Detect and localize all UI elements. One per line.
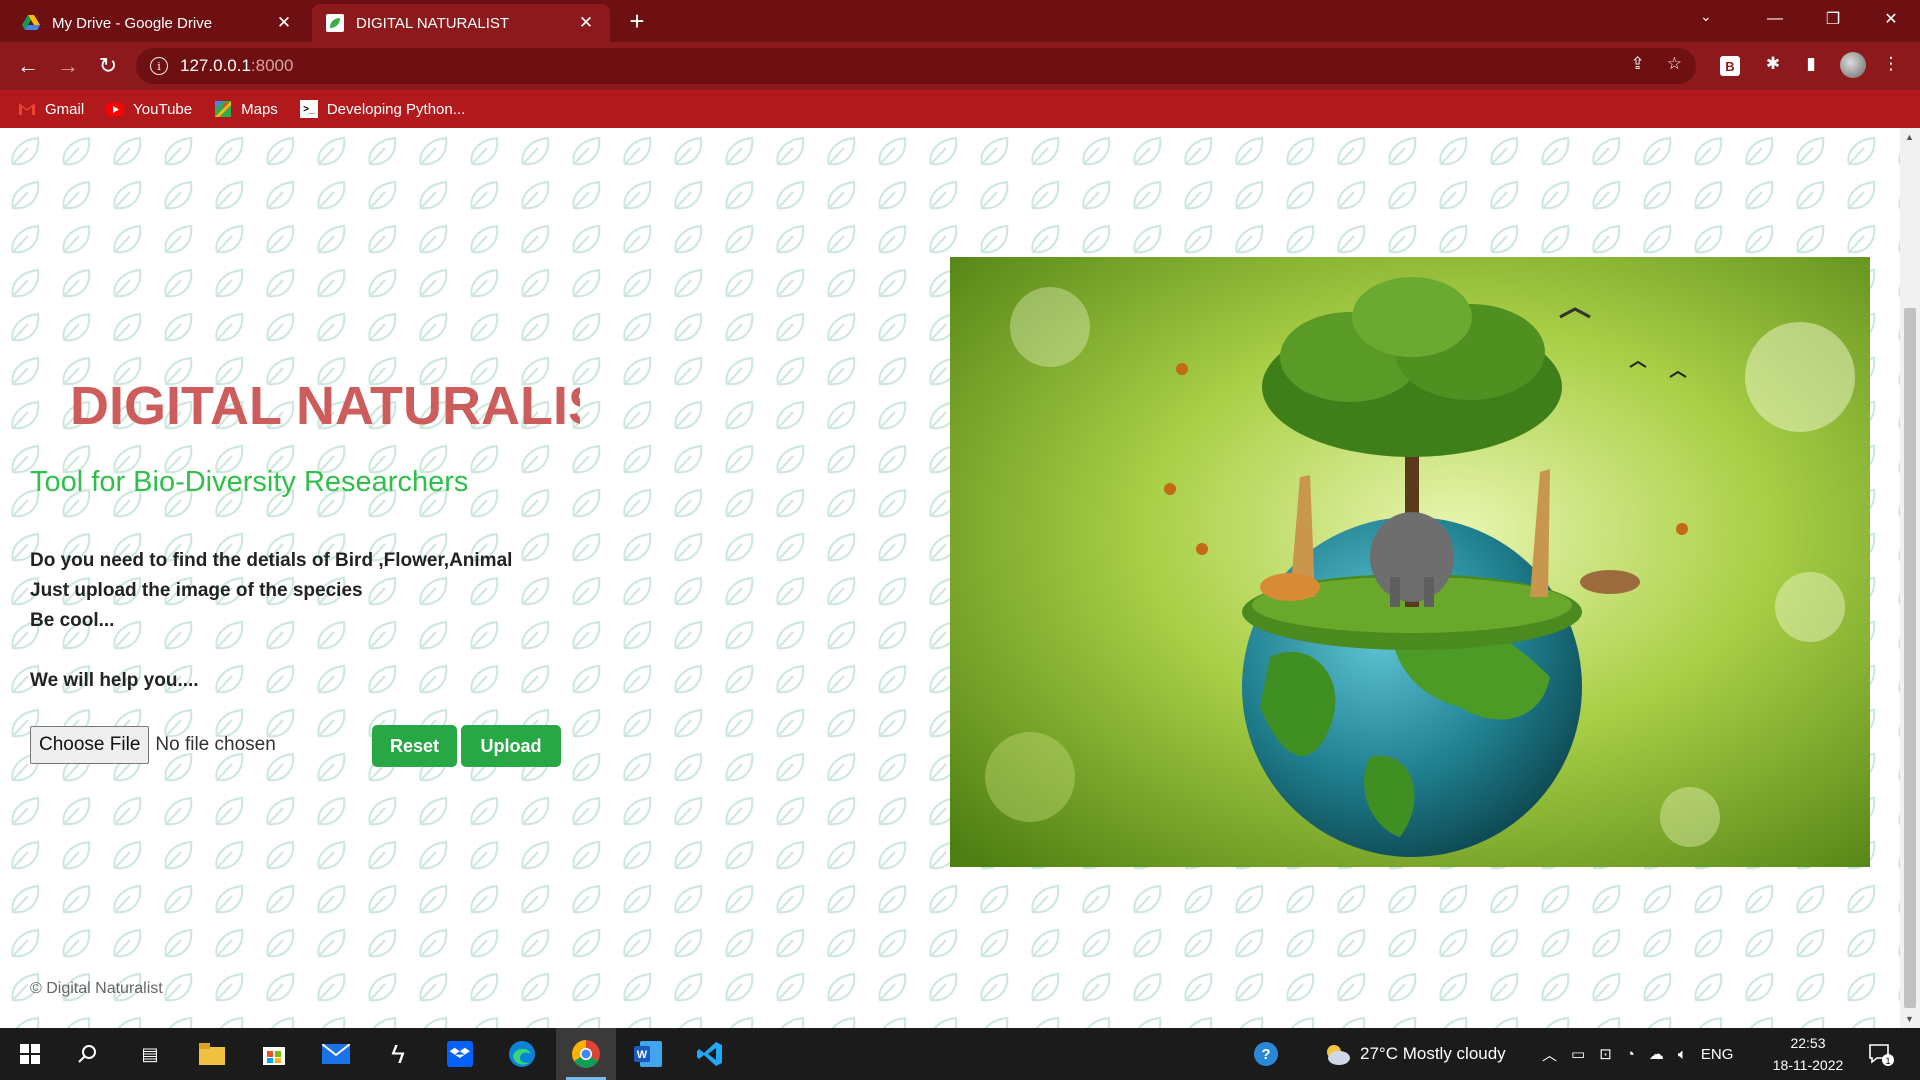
restore-icon[interactable]: ❐ xyxy=(1804,0,1862,38)
page-viewport: DIGITAL NATURALIS Tool for Bio-Diversity… xyxy=(0,128,1900,1028)
scrollbar-thumb[interactable] xyxy=(1904,308,1916,1008)
close-tab-icon[interactable]: ✕ xyxy=(274,13,294,33)
windows-taskbar: ▤ ϟ W ? 27°C Mostly cloudy ︿ ▭ ⊡ ◔ ☁ 🔈︎ … xyxy=(0,1028,1920,1080)
reload-icon[interactable]: ↻ xyxy=(94,52,122,80)
site-info-icon[interactable]: i xyxy=(150,57,168,75)
profile-avatar[interactable] xyxy=(1840,52,1866,78)
youtube-icon xyxy=(106,102,125,116)
intro-line: Do you need to find the detials of Bird … xyxy=(30,550,513,571)
subtitle: Tool for Bio-Diversity Researchers xyxy=(30,466,469,498)
reset-button[interactable]: Reset xyxy=(372,725,457,767)
tab-title: My Drive - Google Drive xyxy=(52,14,213,32)
close-tab-icon[interactable]: ✕ xyxy=(576,13,596,33)
clock-time: 22:53 xyxy=(1790,1035,1826,1051)
intro-text: Do you need to find the detials of Bird … xyxy=(30,546,512,696)
bookmark-label: Gmail xyxy=(45,100,85,118)
weather-widget[interactable]: 27°C Mostly cloudy xyxy=(1322,1028,1506,1080)
vscode-icon[interactable] xyxy=(694,1038,726,1070)
tab-digital-naturalist[interactable]: DIGITAL NATURALIST ✕ xyxy=(312,4,610,42)
minimize-icon[interactable]: — xyxy=(1746,0,1804,38)
svg-text:?: ? xyxy=(1261,1046,1270,1063)
menu-kebab-icon[interactable]: ⋮ xyxy=(1880,54,1902,76)
extension-b-icon[interactable]: B xyxy=(1720,56,1740,76)
bookmark-gmail[interactable]: Gmail xyxy=(18,101,84,118)
file-input: Choose File No file chosen xyxy=(30,726,276,764)
volume-icon[interactable]: 🔈︎ xyxy=(1678,1046,1687,1063)
cloudy-weather-icon xyxy=(1327,1045,1350,1065)
onedrive-icon[interactable]: ☁ xyxy=(1649,1045,1664,1063)
weather-text: 27°C Mostly cloudy xyxy=(1360,1044,1506,1063)
intro-line: We will help you.... xyxy=(30,670,199,691)
omnibox-actions: ⇪ ☆ xyxy=(1631,54,1683,74)
bookmark-youtube[interactable]: YouTube xyxy=(106,101,192,118)
leaf-favicon xyxy=(326,14,344,32)
bookmark-star-icon[interactable]: ☆ xyxy=(1667,54,1682,74)
browser-toolbar: ← → ↻ i 127.0.0.1:8000 ⇪ ☆ B ✱ ▮ ⋮ xyxy=(0,42,1920,90)
system-clock[interactable]: 22:53 18-11-2022 xyxy=(1768,1032,1848,1076)
svg-text:W: W xyxy=(637,1049,648,1061)
side-panel-icon[interactable]: ▮ xyxy=(1800,54,1822,76)
language-indicator[interactable]: ENG xyxy=(1701,1046,1734,1063)
choose-file-button[interactable]: Choose File xyxy=(30,726,150,764)
search-icon[interactable] xyxy=(72,1038,104,1070)
windows-start-icon[interactable] xyxy=(14,1038,46,1070)
url-port: :8000 xyxy=(250,56,294,75)
brand-heading: DIGITAL NATURALIS xyxy=(70,376,580,436)
terminal-icon: >_ xyxy=(299,100,318,118)
bookmark-label: Maps xyxy=(241,100,278,118)
tab-title: DIGITAL NATURALIST xyxy=(356,14,510,32)
chrome-icon[interactable] xyxy=(570,1038,602,1070)
edge-browser-icon[interactable] xyxy=(506,1038,538,1070)
battery-icon[interactable]: ▭ xyxy=(1571,1045,1585,1063)
url-host: 127.0.0.1 xyxy=(180,56,251,75)
notifications-icon[interactable]: 1 xyxy=(1868,1028,1894,1080)
bookmark-developing-python[interactable]: >_ Developing Python... xyxy=(299,100,466,118)
extensions-puzzle-icon[interactable]: ✱ xyxy=(1762,54,1784,76)
microsoft-store-icon[interactable] xyxy=(258,1038,290,1070)
show-hidden-icons-chevron-icon[interactable]: ︿ xyxy=(1542,1044,1557,1065)
window-controls: — ❐ ✕ xyxy=(1746,0,1920,42)
mail-icon[interactable] xyxy=(320,1038,352,1070)
address-bar[interactable]: i 127.0.0.1:8000 ⇪ ☆ xyxy=(136,48,1696,84)
task-view-icon[interactable]: ▤ xyxy=(134,1038,166,1070)
bookmarks-bar: Gmail YouTube Maps >_ Developing Python.… xyxy=(0,90,1920,128)
word-icon[interactable]: W xyxy=(632,1038,664,1070)
back-arrow-icon[interactable]: ← xyxy=(14,52,42,80)
help-icon[interactable]: ? xyxy=(1252,1028,1280,1080)
bookmark-label: YouTube xyxy=(133,100,193,118)
share-icon[interactable]: ⇪ xyxy=(1631,54,1645,74)
page-scrollbar[interactable]: ▲ ▼ xyxy=(1900,128,1920,1028)
system-tray-icons: ︿ ▭ ⊡ ◔ ☁ 🔈︎ ENG xyxy=(1542,1028,1733,1080)
bookmark-maps[interactable]: Maps xyxy=(214,101,278,118)
intro-line: Be cool... xyxy=(30,610,115,631)
tab-strip: My Drive - Google Drive ✕ DIGITAL NATURA… xyxy=(0,0,1920,42)
clock-date: 18-11-2022 xyxy=(1772,1057,1844,1073)
dropbox-icon[interactable] xyxy=(444,1038,476,1070)
file-explorer-icon[interactable] xyxy=(196,1038,228,1070)
bolt-app-icon[interactable]: ϟ xyxy=(382,1038,414,1070)
scroll-down-icon[interactable]: ▼ xyxy=(1905,1014,1914,1024)
meet-now-icon[interactable]: ⊡ xyxy=(1599,1045,1612,1063)
gmail-icon xyxy=(18,102,36,116)
intro-line: Just upload the image of the species xyxy=(30,580,363,601)
wifi-icon[interactable]: ◔ xyxy=(1626,1046,1635,1063)
scroll-up-icon[interactable]: ▲ xyxy=(1905,132,1914,142)
close-window-icon[interactable]: ✕ xyxy=(1862,0,1920,38)
forward-arrow-icon[interactable]: → xyxy=(54,52,82,80)
upload-button[interactable]: Upload xyxy=(461,725,561,767)
tab-search-chevron-icon[interactable]: ⌄ xyxy=(1700,8,1712,25)
google-drive-icon xyxy=(22,14,40,32)
maps-icon xyxy=(214,101,232,117)
notification-count: 1 xyxy=(1885,1056,1890,1066)
file-status: No file chosen xyxy=(155,734,276,755)
hero-nature-globe-image xyxy=(950,257,1870,867)
tab-google-drive[interactable]: My Drive - Google Drive ✕ xyxy=(8,4,308,42)
footer-copyright: © Digital Naturalist xyxy=(30,980,163,997)
bookmark-label: Developing Python... xyxy=(326,100,466,118)
new-tab-button[interactable]: + xyxy=(622,6,652,36)
